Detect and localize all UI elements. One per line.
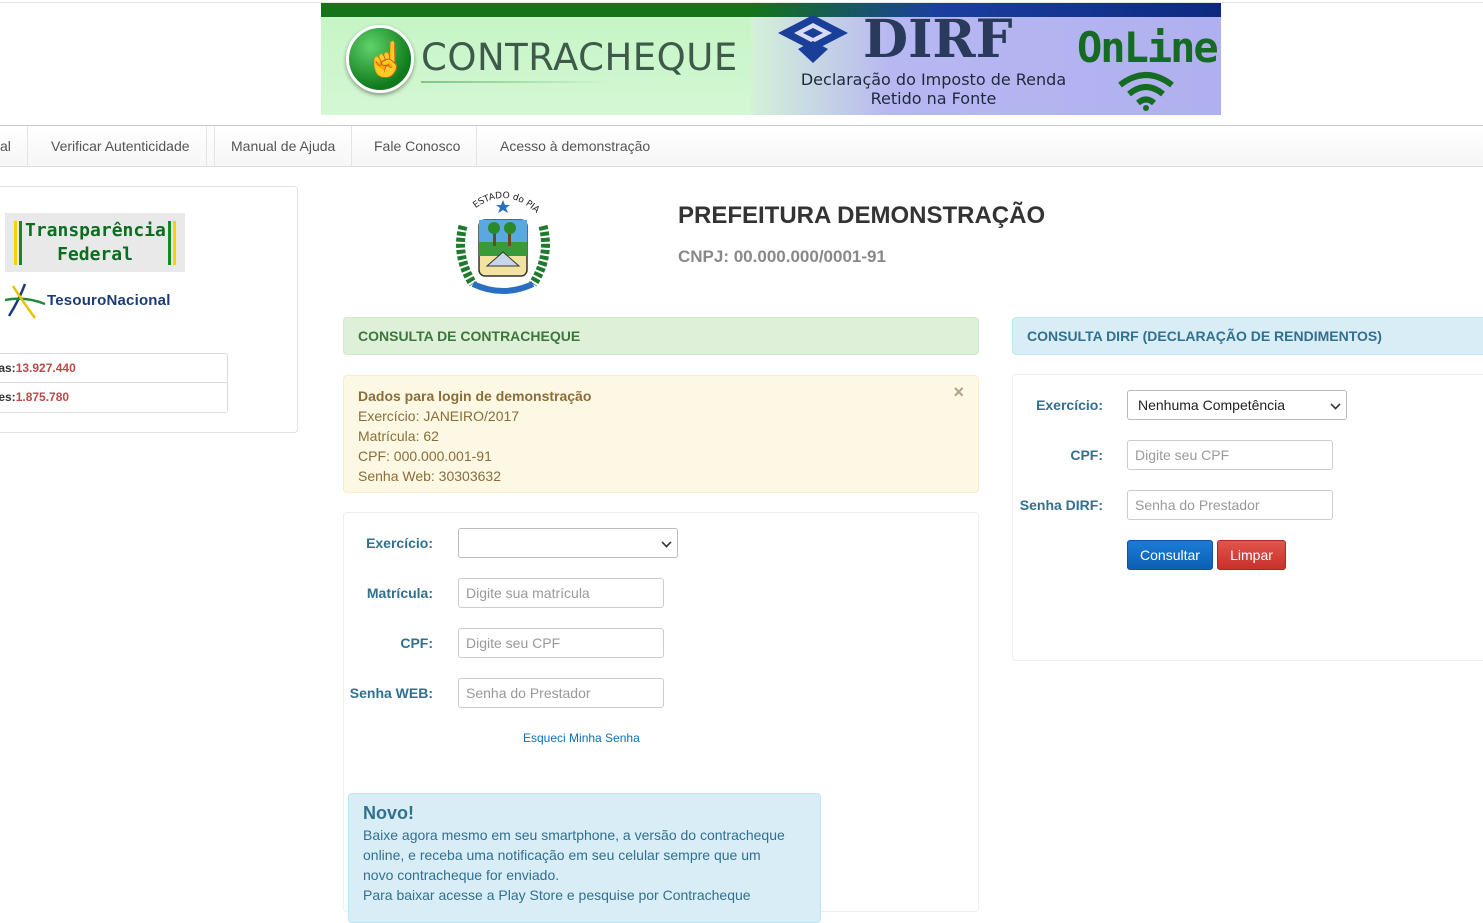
- cpf-input[interactable]: Digite seu CPF: [458, 628, 664, 658]
- pointer-hand-icon: ☝: [346, 25, 414, 93]
- novo-app-info-box: Novo! Baixe agora mesmo em seu smartphon…: [348, 793, 821, 923]
- novo-line: novo contracheque for enviado.: [363, 867, 560, 883]
- header-banner: ☝ CONTRACHEQUE DIRF Declaração do Impost…: [321, 3, 1221, 115]
- contracheque-panel-heading: CONSULTA DE CONTRACHEQUE: [343, 317, 979, 355]
- exercicio-select[interactable]: [458, 528, 678, 558]
- tesouro-star-icon: [5, 283, 46, 319]
- cnpj-text: CNPJ: 00.000.000/0001-91: [678, 247, 886, 266]
- tesouro-nacional-logo[interactable]: TesouroNacional: [5, 282, 185, 320]
- coat-of-arms-icon: ESTADO do PIAUÍ: [453, 186, 550, 294]
- chevron-down-icon: [1330, 399, 1341, 410]
- svg-text:ESTADO do PIAUÍ: ESTADO do PIAUÍ: [453, 186, 542, 216]
- stats-table: itas: 13.927.440 ues: 1.875.780: [0, 353, 228, 413]
- limpar-button[interactable]: Limpar: [1217, 540, 1286, 570]
- forgot-password-link[interactable]: Esqueci Minha Senha: [523, 731, 640, 745]
- yellow-stripe: [14, 221, 17, 265]
- dirf-title: DIRF: [863, 9, 1013, 70]
- receita-federal-logo-icon: [778, 15, 848, 63]
- novo-line: Para baixar acesse a Play Store e pesqui…: [363, 887, 751, 903]
- novo-line: online, e receba uma notificação em seu …: [363, 847, 761, 863]
- main-nav: al Verificar Autenticidade Manual de Aju…: [0, 125, 1483, 167]
- dirf-subtitle-line1: Declaração do Imposto de Renda: [800, 70, 1067, 89]
- matricula-input[interactable]: Digite sua matrícula: [458, 578, 664, 608]
- green-stripe: [19, 221, 22, 265]
- alert-line-exercicio: Exercício: JANEIRO/2017: [358, 408, 520, 424]
- transparencia-line1: Transparência: [25, 220, 166, 241]
- dirf-senha-label: Senha DIRF:: [1019, 497, 1103, 513]
- tesouro-label: TesouroNacional: [47, 292, 171, 309]
- stat-label: itas:: [0, 361, 16, 375]
- consultar-button[interactable]: Consultar: [1127, 540, 1213, 570]
- close-icon[interactable]: ×: [953, 382, 964, 402]
- wifi-icon: [1118, 72, 1174, 111]
- novo-text: Baixe agora mesmo em seu smartphone, a v…: [363, 825, 806, 905]
- banner-contracheque-section: ☝ CONTRACHEQUE: [321, 3, 761, 115]
- alert-title: Dados para login de demonstração: [358, 388, 592, 404]
- dirf-panel-heading: CONSULTA DIRF (DECLARAÇÃO DE RENDIMENTOS…: [1012, 317, 1483, 355]
- page-title: PREFEITURA DEMONSTRAÇÃO: [678, 202, 1046, 229]
- dirf-cpf-label: CPF:: [1070, 447, 1103, 463]
- dirf-subtitle-line2: Retido na Fonte: [870, 89, 997, 108]
- dirf-cpf-input[interactable]: Digite seu CPF: [1127, 440, 1333, 470]
- dirf-subtitle: Declaração do Imposto de Renda Retido na…: [791, 70, 1076, 108]
- stat-value: 1.875.780: [15, 390, 70, 404]
- dirf-exercicio-select-value: Nenhuma Competência: [1138, 397, 1286, 413]
- stat-row: ues: 1.875.780: [0, 383, 227, 412]
- contracheque-title: CONTRACHEQUE: [421, 36, 738, 79]
- green-stripe: [168, 221, 171, 265]
- cpf-label: CPF:: [400, 635, 433, 651]
- transparencia-label: Transparência Federal: [25, 219, 166, 267]
- novo-title: Novo!: [363, 803, 414, 823]
- stat-label: ues:: [0, 390, 16, 404]
- senha-web-input[interactable]: Senha do Prestador: [458, 678, 664, 708]
- nav-item-acesso-demonstracao[interactable]: Acesso à demonstração: [484, 126, 666, 166]
- demo-login-alert: Dados para login de demonstração Exercíc…: [343, 375, 979, 493]
- senha-web-label: Senha WEB:: [349, 685, 433, 701]
- online-title: OnLine: [1077, 23, 1219, 72]
- alert-line-cpf: CPF: 000.000.001-91: [358, 448, 492, 464]
- matricula-label: Matrícula:: [366, 585, 433, 601]
- stat-value: 13.927.440: [15, 361, 76, 375]
- stat-row: itas: 13.927.440: [0, 354, 227, 383]
- exercicio-label: Exercício:: [366, 535, 433, 551]
- dirf-exercicio-select[interactable]: Nenhuma Competência: [1127, 390, 1347, 420]
- yellow-stripe: [173, 221, 176, 265]
- nav-item-fale-conosco[interactable]: Fale Conosco: [358, 126, 478, 166]
- chevron-down-icon: [661, 537, 672, 548]
- nav-item-portal[interactable]: al: [0, 126, 28, 166]
- alert-line-matricula: Matrícula: 62: [358, 428, 439, 444]
- nav-item-manual-de-ajuda[interactable]: Manual de Ajuda: [214, 126, 353, 166]
- dirf-senha-input[interactable]: Senha do Prestador: [1127, 490, 1333, 520]
- transparencia-line2: Federal: [57, 244, 133, 265]
- contracheque-underline: [421, 81, 611, 83]
- nav-item-verificar-autenticidade[interactable]: Verificar Autenticidade: [35, 126, 207, 166]
- dirf-exercicio-label: Exercício:: [1036, 397, 1103, 413]
- transparencia-federal-banner[interactable]: Transparência Federal: [5, 213, 185, 272]
- alert-line-senha: Senha Web: 30303632: [358, 468, 501, 484]
- novo-line: Baixe agora mesmo em seu smartphone, a v…: [363, 827, 785, 843]
